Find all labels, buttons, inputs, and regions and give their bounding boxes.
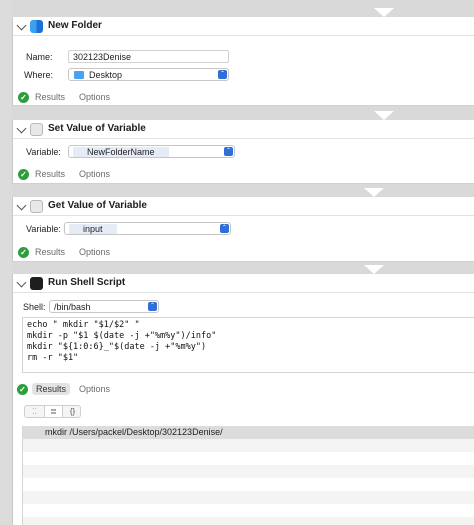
- terminal-icon: [30, 277, 43, 290]
- workflow-gutter: [0, 0, 12, 525]
- action-header[interactable]: Get Value of Variable: [13, 197, 474, 216]
- connector-notch: [364, 265, 384, 274]
- results-tab[interactable]: Results: [35, 247, 65, 257]
- results-tab[interactable]: Results: [32, 383, 71, 395]
- name-value: 302123Denise: [73, 52, 132, 62]
- variable-value: input: [69, 224, 117, 234]
- table-row: [23, 504, 474, 517]
- list-view-icon[interactable]: ≣: [44, 406, 63, 417]
- variable-popup[interactable]: NewFolderName ⌃: [68, 145, 235, 158]
- action-set-variable[interactable]: Set Value of Variable Variable: NewFolde…: [12, 120, 474, 184]
- success-check-icon: ✓: [18, 247, 29, 258]
- name-label: Name:: [26, 52, 53, 62]
- action-title: Set Value of Variable: [48, 123, 146, 134]
- popup-stepper-icon: ⌃: [224, 147, 233, 156]
- action-new-folder[interactable]: New Folder Name: 302123Denise Where: Des…: [12, 17, 474, 106]
- options-tab[interactable]: Options: [79, 247, 110, 257]
- table-row: [23, 465, 474, 478]
- table-row[interactable]: mkdir /Users/packel/Desktop/302123Denise…: [23, 426, 474, 439]
- variable-icon: [30, 200, 43, 213]
- chevron-down-icon[interactable]: [16, 20, 27, 31]
- action-footer: ✓ Results Options: [13, 89, 474, 107]
- chevron-down-icon[interactable]: [16, 123, 27, 134]
- results-table: mkdir /Users/packel/Desktop/302123Denise…: [22, 426, 474, 525]
- folder-icon: [74, 71, 84, 79]
- shell-value: /bin/bash: [54, 302, 91, 312]
- action-header[interactable]: New Folder: [13, 17, 474, 36]
- action-footer: ✓ Results Options: [13, 244, 474, 262]
- action-title: Run Shell Script: [48, 277, 126, 288]
- variable-value: NewFolderName: [73, 147, 169, 157]
- connector-notch: [364, 188, 384, 197]
- script-editor[interactable]: echo " mkdir "$1/$2" " mkdir -p "$1 $(da…: [22, 317, 474, 373]
- action-footer: ✓ Results Options: [13, 166, 474, 184]
- popup-stepper-icon: ⌃: [220, 224, 229, 233]
- chevron-down-icon[interactable]: [16, 200, 27, 211]
- table-row: [23, 491, 474, 504]
- results-tab[interactable]: Results: [35, 92, 65, 102]
- result-value: mkdir /Users/packel/Desktop/302123Denise…: [45, 427, 223, 437]
- variable-popup[interactable]: input ⌃: [64, 222, 231, 235]
- variable-label: Variable:: [26, 224, 61, 234]
- grid-view-icon[interactable]: ⁚⁚: [25, 406, 44, 417]
- where-label: Where:: [24, 70, 54, 80]
- table-row: [23, 452, 474, 465]
- code-view-icon[interactable]: {}: [63, 406, 82, 417]
- connector: [12, 184, 474, 197]
- success-check-icon: ✓: [17, 384, 28, 395]
- where-popup[interactable]: Desktop ⌃: [68, 68, 229, 81]
- action-get-variable[interactable]: Get Value of Variable Variable: input ⌃ …: [12, 197, 474, 262]
- variable-icon: [30, 123, 43, 136]
- shell-popup[interactable]: /bin/bash ⌃: [49, 300, 159, 313]
- where-value: Desktop: [89, 70, 123, 80]
- connector: [12, 262, 474, 274]
- success-check-icon: ✓: [18, 169, 29, 180]
- action-title: Get Value of Variable: [48, 200, 147, 211]
- popup-stepper-icon: ⌃: [218, 70, 227, 79]
- popup-stepper-icon: ⌃: [148, 302, 157, 311]
- action-footer: ✓ Results Options: [12, 381, 474, 399]
- action-header[interactable]: Run Shell Script: [13, 274, 474, 293]
- shell-label: Shell:: [23, 302, 46, 312]
- connector-notch: [374, 111, 394, 120]
- success-check-icon: ✓: [18, 92, 29, 103]
- options-tab[interactable]: Options: [79, 169, 110, 179]
- name-field[interactable]: 302123Denise: [68, 50, 229, 63]
- options-tab[interactable]: Options: [79, 384, 110, 394]
- table-row: [23, 439, 474, 452]
- chevron-down-icon[interactable]: [16, 277, 27, 288]
- action-header[interactable]: Set Value of Variable: [13, 120, 474, 139]
- connector: [12, 106, 474, 120]
- connector-notch: [374, 8, 394, 17]
- results-tab[interactable]: Results: [35, 169, 65, 179]
- results-view-toggle[interactable]: ⁚⁚ ≣ {}: [24, 405, 81, 418]
- table-row: [23, 478, 474, 491]
- connector-top: [12, 0, 474, 17]
- variable-label: Variable:: [26, 147, 61, 157]
- finder-icon: [30, 20, 43, 33]
- options-tab[interactable]: Options: [79, 92, 110, 102]
- action-title: New Folder: [48, 20, 102, 31]
